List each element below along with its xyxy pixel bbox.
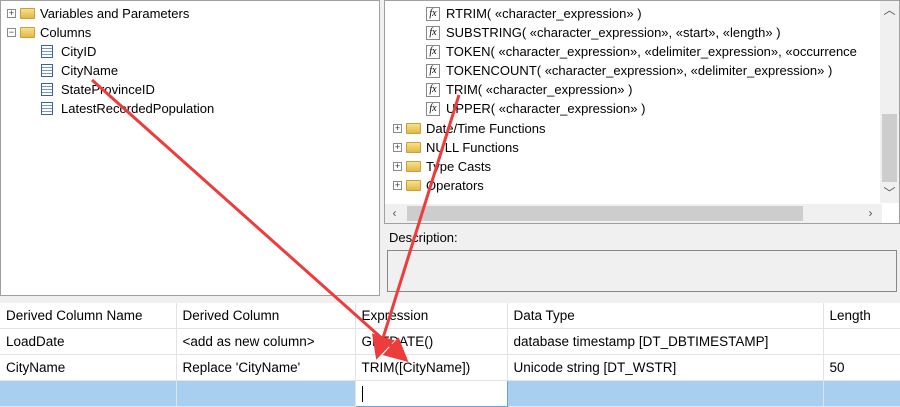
header-derived-column-name[interactable]: Derived Column Name	[0, 303, 177, 329]
table-row[interactable]: CityName Replace 'CityName' TRIM([CityNa…	[0, 354, 900, 381]
function-node[interactable]: fx UPPER( «character_expression» )	[426, 99, 645, 118]
expand-icon[interactable]: +	[393, 143, 402, 152]
function-node[interactable]: fx TRIM( «character_expression» )	[426, 80, 632, 99]
node-label: Operators	[426, 178, 484, 193]
column-node[interactable]: StateProvinceID	[41, 80, 155, 99]
column-node[interactable]: CityName	[41, 61, 118, 80]
column-icon	[41, 83, 53, 96]
horizontal-scrollbar[interactable]: ‹ ›	[385, 204, 882, 223]
node-label: RTRIM( «character_expression» )	[446, 6, 642, 21]
cell-data-type[interactable]: database timestamp [DT_DBTIMESTAMP]	[507, 328, 824, 355]
function-node[interactable]: fx TOKENCOUNT( «character_expression», «d…	[426, 61, 832, 80]
cell-expression[interactable]: TRIM([CityName])	[355, 354, 508, 381]
node-label: Variables and Parameters	[40, 6, 190, 21]
node-label: StateProvinceID	[61, 82, 155, 97]
folder-icon	[406, 142, 421, 153]
function-icon: fx	[426, 63, 440, 78]
node-label: Type Casts	[426, 159, 492, 174]
expression-edit-input[interactable]	[354, 380, 508, 407]
tree-node-columns[interactable]: − Columns	[7, 23, 91, 42]
expand-icon[interactable]: +	[393, 181, 402, 190]
node-label: SUBSTRING( «character_expression», «star…	[446, 25, 781, 40]
folder-icon	[406, 161, 421, 172]
derived-columns-grid[interactable]: Derived Column Name Derived Column Expre…	[0, 303, 900, 407]
node-label: LatestRecordedPopulation	[61, 101, 215, 116]
node-label: TOKENCOUNT( «character_expression», «del…	[446, 63, 833, 78]
vertical-scrollbar[interactable]: ︿ ﹀	[880, 1, 899, 203]
node-label: UPPER( «character_expression» )	[446, 101, 646, 116]
cell-derived-column[interactable]: <add as new column>	[176, 328, 356, 355]
column-icon	[41, 45, 53, 58]
header-data-type[interactable]: Data Type	[507, 303, 824, 329]
node-label: CityID	[61, 44, 97, 59]
folder-node-typecasts[interactable]: + Type Casts	[393, 157, 491, 176]
header-expression[interactable]: Expression	[355, 303, 508, 329]
column-icon	[41, 64, 53, 77]
node-label: CityName	[61, 63, 119, 78]
description-label: Description:	[386, 228, 461, 247]
column-icon	[41, 102, 53, 115]
scroll-right-icon[interactable]: ›	[861, 204, 880, 223]
scroll-down-icon[interactable]: ﹀	[880, 184, 899, 203]
function-node[interactable]: fx TOKEN( «character_expression», «delimi…	[426, 42, 857, 61]
new-row[interactable]	[0, 380, 900, 407]
node-label: Date/Time Functions	[426, 121, 546, 136]
folder-node-null[interactable]: + NULL Functions	[393, 138, 519, 157]
folder-icon	[406, 180, 421, 191]
scroll-up-icon[interactable]: ︿	[880, 1, 899, 20]
cell-data-type[interactable]	[507, 380, 824, 407]
folder-node-operators[interactable]: + Operators	[393, 176, 484, 195]
folder-icon	[20, 8, 35, 19]
node-label: TOKEN( «character_expression», «delimite…	[446, 44, 857, 59]
scroll-left-icon[interactable]: ‹	[385, 204, 404, 223]
function-icon: fx	[426, 25, 440, 40]
cell-length[interactable]	[823, 380, 900, 407]
variables-columns-tree[interactable]: + Variables and Parameters − Columns Cit…	[0, 0, 380, 296]
description-box	[387, 250, 897, 292]
expand-icon[interactable]: +	[393, 124, 402, 133]
function-node[interactable]: fx RTRIM( «character_expression» )	[426, 4, 642, 23]
text-caret	[361, 385, 363, 402]
collapse-icon[interactable]: −	[7, 28, 16, 37]
node-label: TRIM( «character_expression» )	[446, 82, 633, 97]
cell-length[interactable]: 50	[823, 354, 900, 381]
cell-length[interactable]	[823, 328, 900, 355]
function-icon: fx	[426, 44, 440, 59]
folder-icon	[20, 27, 35, 38]
cell-expression[interactable]: GETDATE()	[355, 328, 508, 355]
functions-tree[interactable]: fx RTRIM( «character_expression» ) fx SUBS…	[384, 0, 900, 224]
cell-name[interactable]	[0, 380, 177, 407]
expand-icon[interactable]: +	[393, 162, 402, 171]
scroll-thumb[interactable]	[407, 206, 803, 221]
folder-icon	[406, 123, 421, 134]
grid-header-row: Derived Column Name Derived Column Expre…	[0, 303, 900, 329]
function-icon: fx	[426, 101, 440, 116]
folder-node-datetime[interactable]: + Date/Time Functions	[393, 119, 545, 138]
tree-node-variables[interactable]: + Variables and Parameters	[7, 4, 189, 23]
cell-name[interactable]: CityName	[0, 354, 177, 381]
node-label: Columns	[40, 25, 92, 40]
cell-derived-column[interactable]	[176, 380, 356, 407]
table-row[interactable]: LoadDate <add as new column> GETDATE() d…	[0, 328, 900, 355]
column-node[interactable]: LatestRecordedPopulation	[41, 99, 214, 118]
node-label: NULL Functions	[426, 140, 519, 155]
column-node[interactable]: CityID	[41, 42, 96, 61]
function-node[interactable]: fx SUBSTRING( «character_expression», «st…	[426, 23, 781, 42]
function-icon: fx	[426, 6, 440, 21]
cell-derived-column[interactable]: Replace 'CityName'	[176, 354, 356, 381]
expand-icon[interactable]: +	[7, 9, 16, 18]
scroll-thumb[interactable]	[882, 114, 897, 182]
header-length[interactable]: Length	[823, 303, 900, 329]
function-icon: fx	[426, 82, 440, 97]
header-derived-column[interactable]: Derived Column	[176, 303, 356, 329]
cell-data-type[interactable]: Unicode string [DT_WSTR]	[507, 354, 824, 381]
cell-name[interactable]: LoadDate	[0, 328, 177, 355]
